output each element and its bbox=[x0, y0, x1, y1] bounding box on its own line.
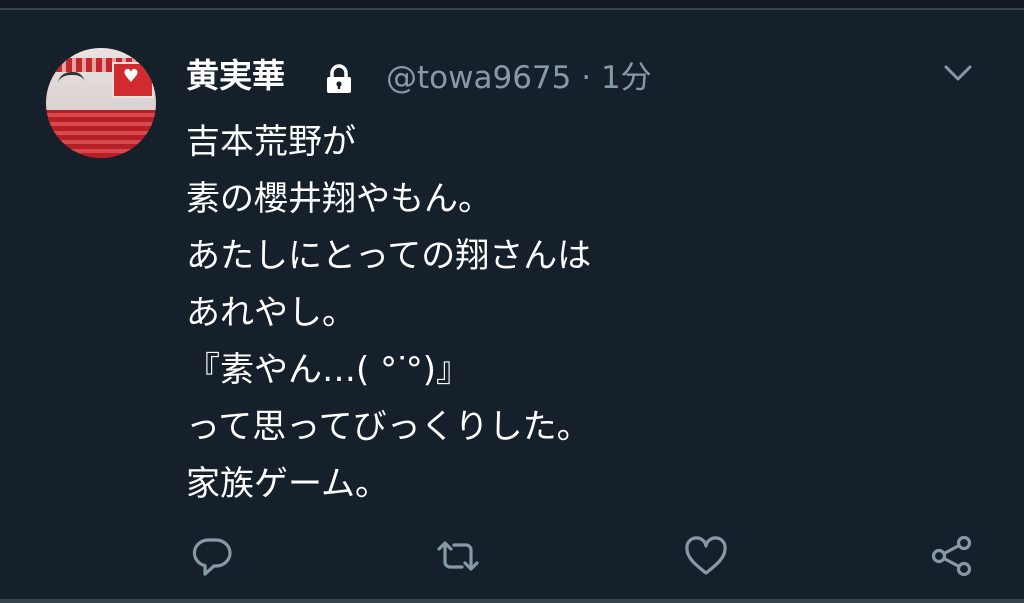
reply-icon[interactable] bbox=[188, 532, 236, 580]
author-handle[interactable]: @towa9675 bbox=[386, 60, 571, 96]
tweet-line: 家族ゲーム。 bbox=[186, 464, 389, 504]
avatar[interactable]: ♥ bbox=[46, 48, 156, 158]
avatar-heart-icon: ♥ bbox=[122, 66, 140, 87]
heart-icon[interactable] bbox=[682, 532, 730, 580]
avatar-scribble bbox=[58, 72, 84, 95]
avatar-seats bbox=[46, 110, 156, 158]
tweet-line: 『素やん…( °ᐝ°)』 bbox=[186, 350, 471, 390]
action-bar bbox=[0, 522, 1024, 582]
lock-icon bbox=[322, 64, 356, 94]
author-name[interactable]: 黄実華 bbox=[186, 56, 285, 96]
tweet[interactable]: ♥ 黄実華 @towa9675 · 1分 吉本荒野が 素の櫻井翔やもん。 あたし… bbox=[0, 12, 1024, 599]
tweet-text: 吉本荒野が 素の櫻井翔やもん。 あたしにとっての翔さんは あれやし。 『素やん…… bbox=[186, 114, 966, 513]
tweet-line: あたしにとっての翔さんは bbox=[186, 236, 592, 276]
tweet-time[interactable]: 1分 bbox=[601, 60, 652, 96]
share-icon[interactable] bbox=[928, 532, 976, 580]
tweet-line: あれやし。 bbox=[186, 293, 356, 333]
meta-separator: · bbox=[581, 60, 592, 96]
top-divider bbox=[0, 0, 1024, 10]
tweet-line: って思ってびっくりした。 bbox=[186, 407, 591, 447]
retweet-icon[interactable] bbox=[434, 532, 482, 580]
tweet-meta: @towa9675 · 1分 bbox=[386, 58, 652, 98]
chevron-down-icon[interactable] bbox=[940, 58, 976, 88]
tweet-line: 素の櫻井翔やもん。 bbox=[186, 179, 492, 219]
bottom-divider bbox=[0, 599, 1024, 603]
tweet-line: 吉本荒野が bbox=[186, 122, 356, 162]
